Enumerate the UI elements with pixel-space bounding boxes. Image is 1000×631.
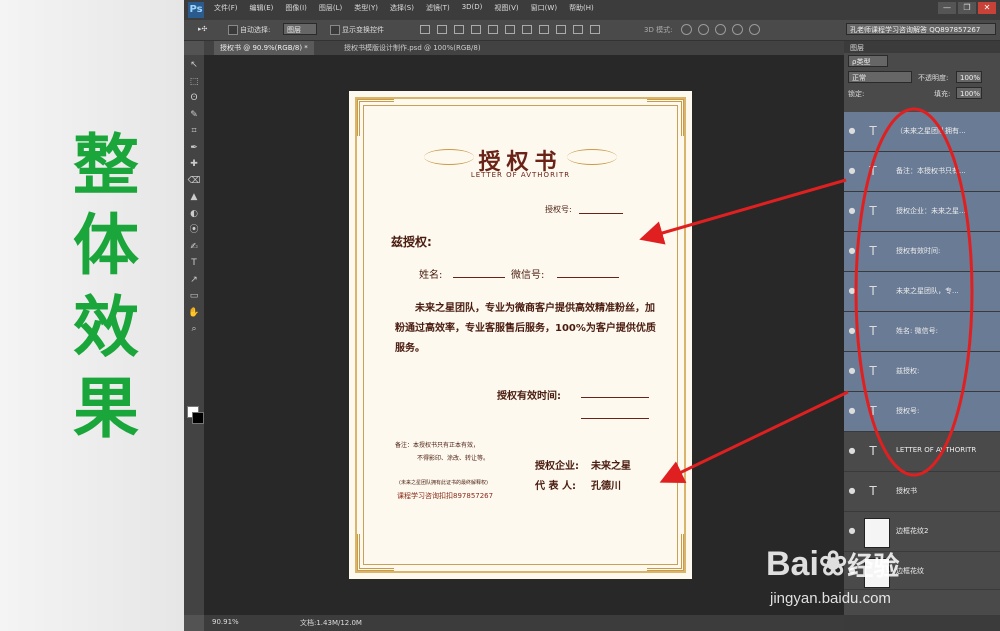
baidu-brand-text: Bai — [766, 545, 819, 583]
baidu-watermark-brand: Bai❀经验 — [766, 544, 899, 584]
baidu-watermark-url: jingyan.baidu.com — [770, 590, 891, 607]
annotation-arrow-upper — [639, 178, 847, 245]
annotation-overlay — [639, 107, 974, 484]
annotation-ellipse — [854, 107, 974, 477]
paw-icon: ❀ — [818, 545, 848, 583]
baidu-brand-cn: 经验 — [847, 551, 900, 581]
annotation-arrow-lower — [659, 390, 849, 484]
